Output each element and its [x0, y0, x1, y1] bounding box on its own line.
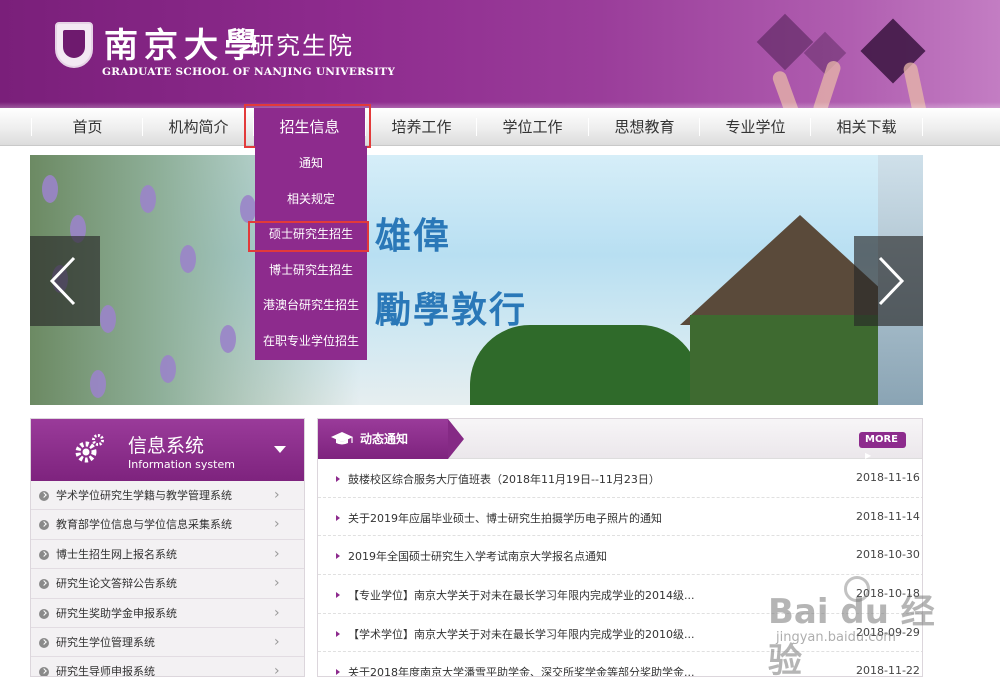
- nav-highlight-box: [244, 104, 371, 148]
- news-item-date: 2018-11-16: [856, 471, 920, 484]
- news-item-title[interactable]: 鼓楼校区综合服务大厅值班表（2018年11月19日--11月23日）: [348, 471, 660, 487]
- banner-slogan-1: 雄偉: [375, 215, 452, 257]
- arrow-circle-icon: [39, 579, 49, 590]
- chevron-left-icon: [49, 256, 76, 306]
- chevron-right-icon: ›: [274, 663, 280, 677]
- nav-item-home[interactable]: 首页: [32, 108, 143, 146]
- more-label: MORE: [865, 434, 898, 445]
- baidu-jingyan-watermark: Bai du 经验 jingyan.baidu.com: [758, 574, 958, 677]
- chevron-right-icon: [878, 256, 905, 306]
- arrow-circle-icon: [39, 549, 49, 560]
- triangle-bullet-icon: [336, 669, 340, 676]
- list-item-label: 研究生学位管理系统: [56, 635, 155, 649]
- watermark-url: jingyan.baidu.com: [776, 630, 896, 645]
- list-item-label: 教育部学位信息与学位信息采集系统: [56, 518, 232, 532]
- news-item-title[interactable]: 【学术学位】南京大学关于对未在最长学习年限内完成学业的2010级...: [348, 626, 694, 642]
- list-item[interactable]: 研究生学位管理系统 ›: [31, 628, 304, 658]
- list-item-label: 研究生论文答辩公告系统: [56, 577, 177, 591]
- list-item[interactable]: 博士生招生网上报名系统 ›: [31, 540, 304, 570]
- list-item[interactable]: 关于2019年应届毕业硕士、博士研究生拍摄学历电子照片的通知 2018-11-1…: [318, 498, 922, 537]
- arrow-circle-icon: [39, 637, 49, 648]
- list-item[interactable]: 研究生导师申报系统 ›: [31, 657, 304, 677]
- list-item[interactable]: 学术学位研究生学籍与教学管理系统 ›: [31, 481, 304, 511]
- news-item-date: 2018-11-14: [856, 509, 920, 523]
- list-item[interactable]: 教育部学位信息与学位信息采集系统 ›: [31, 510, 304, 540]
- triangle-bullet-icon: [336, 553, 340, 560]
- dropdown-item-notice[interactable]: 通知: [255, 146, 367, 182]
- info-system-header[interactable]: 信息系统 Information system: [31, 419, 304, 481]
- info-system-title: 信息系统: [128, 435, 205, 457]
- page: 南京大學 研究生院 GRADUATE SCHOOL OF NANJING UNI…: [0, 0, 1000, 677]
- list-item[interactable]: 研究生奖助学金申报系统 ›: [31, 599, 304, 628]
- info-system-list: 学术学位研究生学籍与教学管理系统 › 教育部学位信息与学位信息采集系统 › 博士…: [31, 481, 304, 677]
- caret-down-icon: [274, 446, 286, 453]
- list-item-label: 研究生导师申报系统: [56, 665, 155, 677]
- logo-chinese[interactable]: 南京大學: [104, 18, 264, 67]
- news-item-title[interactable]: 关于2019年应届毕业硕士、博士研究生拍摄学历电子照片的通知: [348, 510, 662, 526]
- logo-department: 研究生院: [250, 32, 354, 60]
- banner-prev-button[interactable]: [30, 236, 100, 326]
- list-item-label: 学术学位研究生学籍与教学管理系统: [56, 489, 232, 502]
- chevron-right-icon: ›: [274, 604, 280, 621]
- main-nav: 首页 机构简介 招生信息 培养工作 学位工作 思想教育 专业学位 相关下载: [0, 108, 1000, 146]
- news-title: 动态通知: [360, 432, 409, 446]
- news-item-date: 2018-10-30: [856, 548, 920, 562]
- info-system-panel: 信息系统 Information system 学术学位研究生学籍与教学管理系统…: [30, 418, 305, 677]
- banner-slogan-2: 勵學敦行: [375, 289, 528, 331]
- list-item-label: 博士生招生网上报名系统: [56, 547, 177, 561]
- list-item[interactable]: 研究生论文答辩公告系统 ›: [31, 569, 304, 599]
- news-tab[interactable]: 动态通知: [318, 419, 464, 459]
- arrow-circle-icon: [39, 520, 49, 531]
- triangle-bullet-icon: [336, 630, 340, 637]
- nav-item-degree[interactable]: 学位工作: [477, 108, 588, 146]
- chevron-right-icon: ›: [274, 545, 280, 562]
- logo-english: GRADUATE SCHOOL OF NANJING UNIVERSITY: [102, 66, 396, 78]
- nav-item-downloads[interactable]: 相关下载: [811, 108, 922, 146]
- chevron-right-icon: ›: [274, 516, 280, 533]
- dropdown-item-part-time[interactable]: 在职专业学位招生: [255, 324, 367, 360]
- dropdown-item-regulations[interactable]: 相关规定: [255, 182, 367, 218]
- triangle-bullet-icon: [336, 514, 340, 521]
- list-item-label: 研究生奖助学金申报系统: [56, 606, 177, 620]
- nav-item-about[interactable]: 机构简介: [143, 108, 254, 146]
- arrow-circle-icon: [39, 667, 49, 676]
- news-item-title[interactable]: 关于2018年度南京大学潘雪平助学金、深交所奖学金等部分奖助学金...: [348, 664, 694, 676]
- arrow-circle-icon: [39, 491, 49, 501]
- nav-item-professional-degree[interactable]: 专业学位: [700, 108, 811, 146]
- news-item-title[interactable]: 【专业学位】南京大学关于对未在最长学习年限内完成学业的2014级...: [348, 587, 694, 603]
- dropdown-item-doctoral[interactable]: 博士研究生招生: [255, 253, 367, 289]
- banner-next-button[interactable]: [854, 236, 923, 326]
- gear-icon: [75, 434, 104, 463]
- site-header: 南京大學 研究生院 GRADUATE SCHOOL OF NANJING UNI…: [0, 0, 1000, 108]
- admissions-dropdown: 通知 相关规定 硕士研究生招生 博士研究生招生 港澳台研究生招生 在职专业学位招…: [255, 146, 367, 360]
- nav-item-training[interactable]: 培养工作: [366, 108, 477, 146]
- triangle-bullet-icon: [336, 476, 340, 482]
- graduation-cap-icon: [331, 432, 353, 445]
- nav-item-ideology[interactable]: 思想教育: [589, 108, 700, 146]
- chevron-right-icon: ›: [274, 487, 280, 503]
- more-button[interactable]: MORE ▶: [859, 432, 906, 460]
- list-item[interactable]: 鼓楼校区综合服务大厅值班表（2018年11月19日--11月23日） 2018-…: [318, 459, 922, 498]
- dropdown-highlight-box: [248, 221, 369, 252]
- university-emblem-icon[interactable]: [55, 22, 93, 68]
- info-system-subtitle: Information system: [128, 458, 235, 471]
- chevron-right-icon: ›: [274, 633, 280, 650]
- hero-banner: 雄偉 勵學敦行: [30, 155, 923, 405]
- arrow-circle-icon: [39, 608, 49, 619]
- list-item[interactable]: 2019年全国硕士研究生入学考试南京大学报名点通知 2018-10-30: [318, 536, 922, 576]
- news-item-title[interactable]: 2019年全国硕士研究生入学考试南京大学报名点通知: [348, 548, 607, 564]
- news-header: 动态通知 MORE ▶: [318, 419, 922, 460]
- triangle-bullet-icon: [336, 592, 340, 599]
- dropdown-item-hk-macau-taiwan[interactable]: 港澳台研究生招生: [255, 288, 367, 324]
- chevron-right-icon: ›: [274, 575, 280, 592]
- graduation-caps-image: [670, 0, 950, 108]
